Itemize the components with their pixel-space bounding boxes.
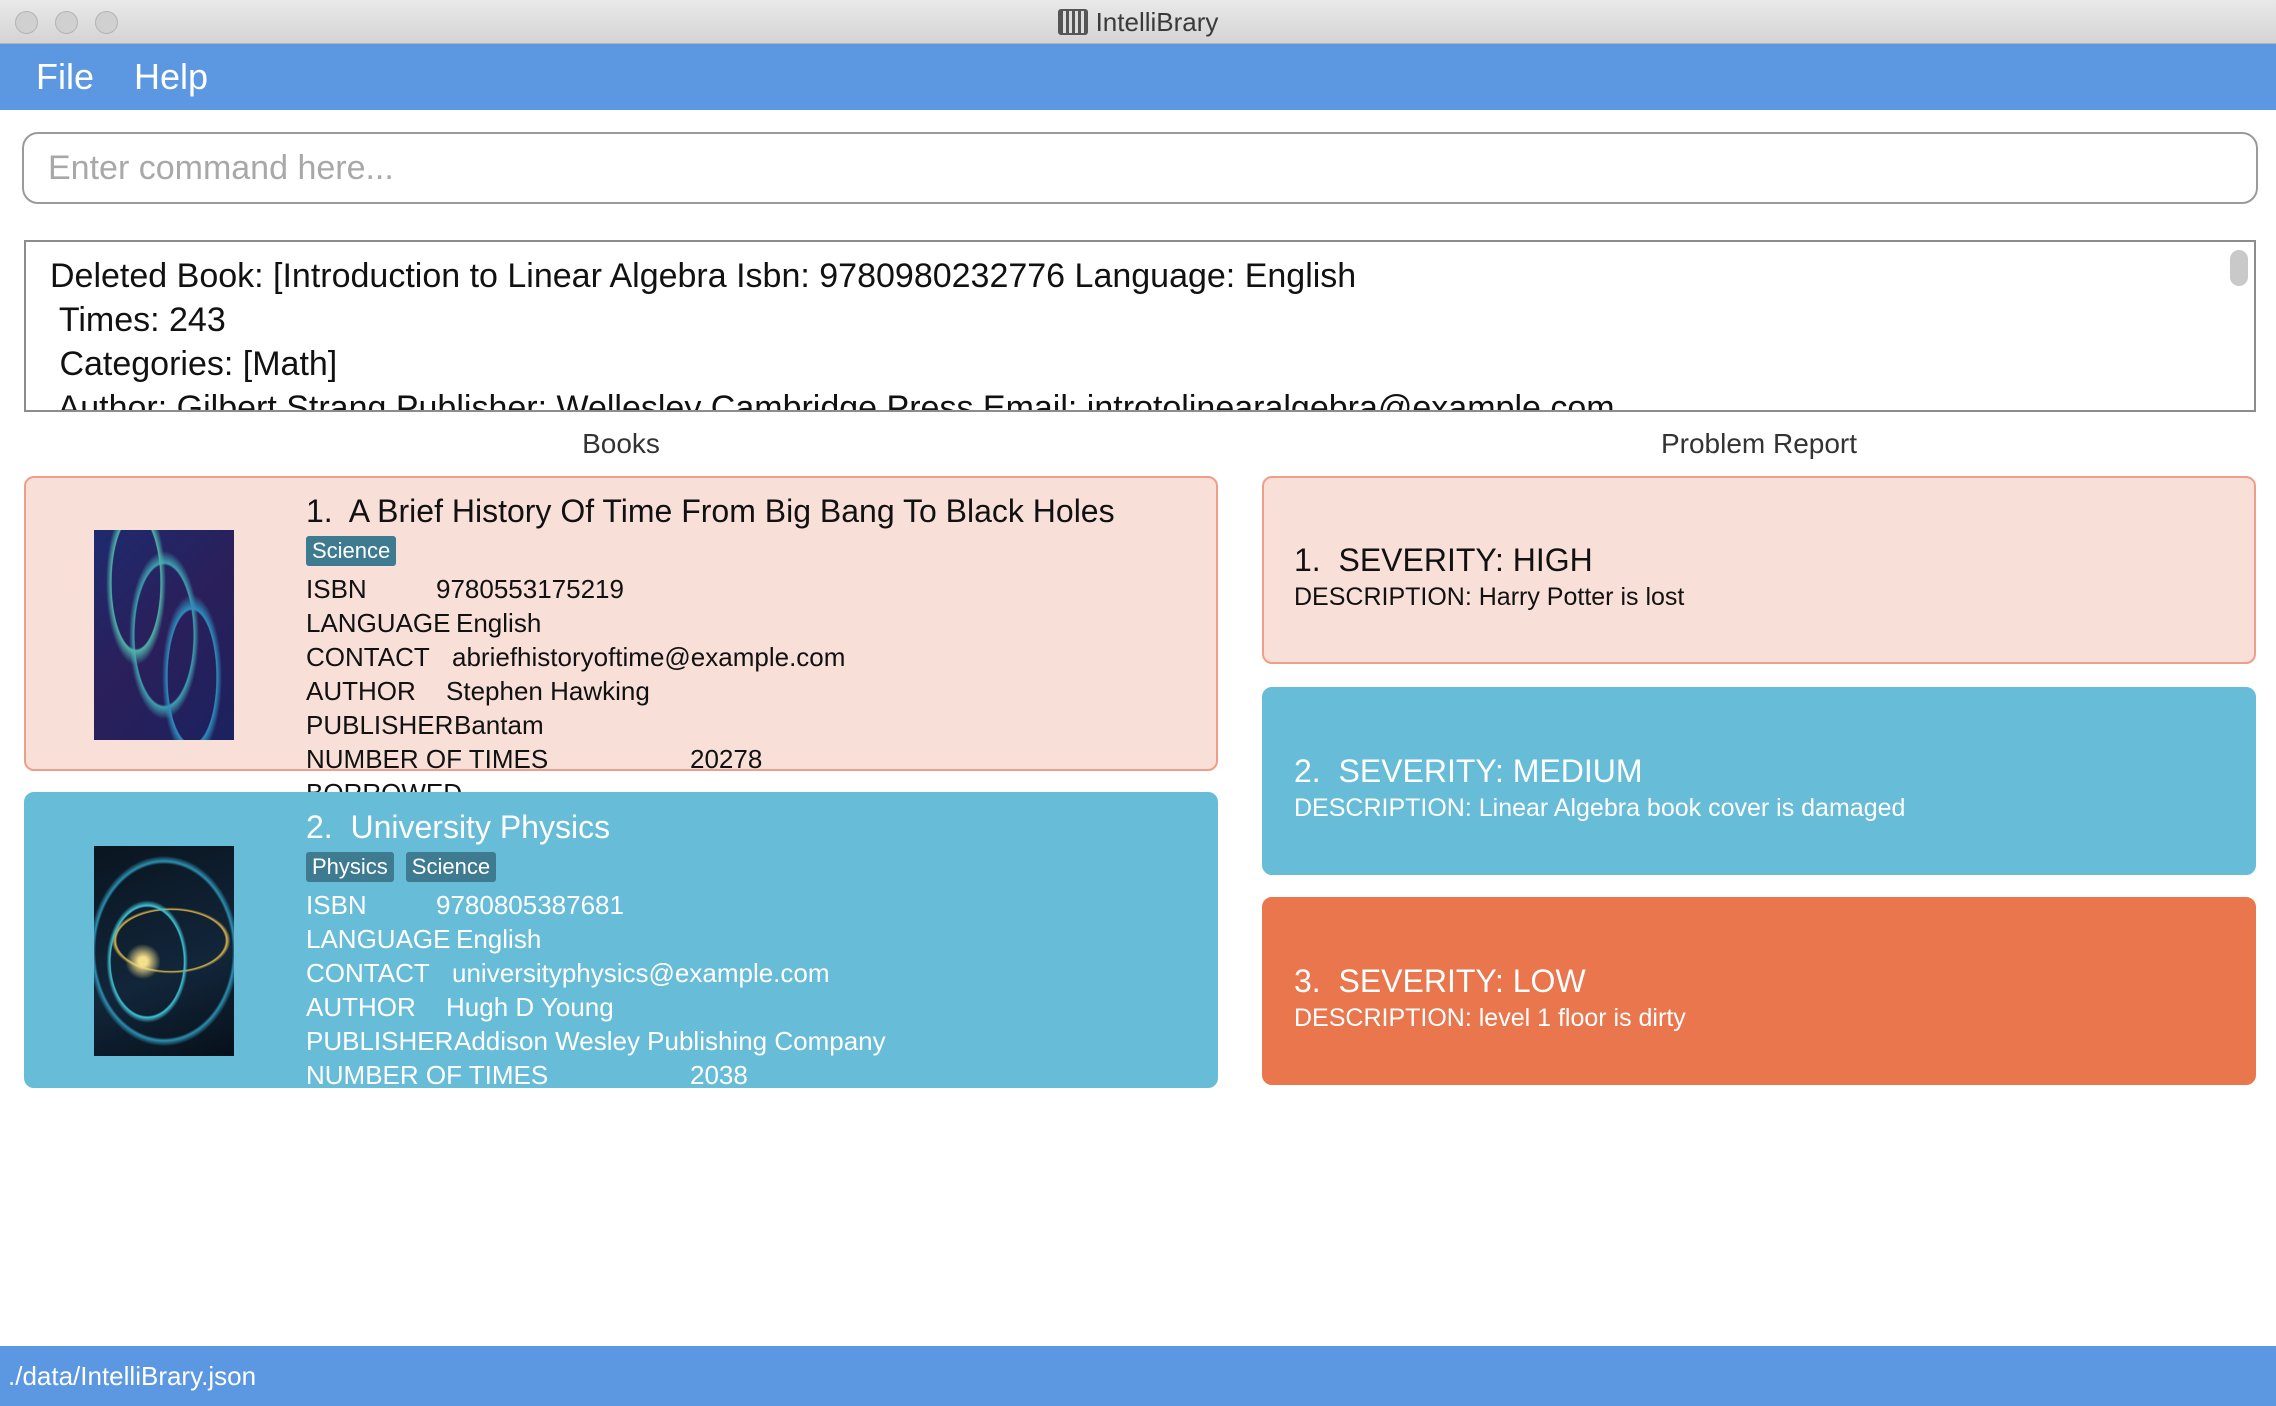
app-icon xyxy=(1057,9,1088,35)
result-text: Deleted Book: [Introduction to Linear Al… xyxy=(50,254,2204,412)
book-title-row: 1. A Brief History Of Time From Big Bang… xyxy=(306,488,1196,534)
problem-index: 2. xyxy=(1294,753,1321,789)
borrowed-label: NUMBER OF TIMES BORROWED xyxy=(306,1060,549,1124)
contact-label: CONTACT xyxy=(306,642,430,672)
window-title: IntelliBrary xyxy=(1095,6,1219,37)
publisher-label: PUBLISHER xyxy=(306,710,454,740)
publisher-row: PUBLISHER Bantam xyxy=(306,708,1196,742)
book-tags: Physics Science xyxy=(306,852,1196,884)
menu-help[interactable]: Help xyxy=(134,56,208,98)
language-label: LANGUAGE xyxy=(306,924,451,954)
book-title: A Brief History Of Time From Big Bang To… xyxy=(348,493,1115,529)
problem-description: DESCRIPTION: level 1 floor is dirty xyxy=(1294,1004,1686,1032)
window-title-group: IntelliBrary xyxy=(0,0,2276,44)
title-bar: IntelliBrary xyxy=(0,0,2276,44)
contact-label: CONTACT xyxy=(306,958,430,988)
contact-value: abriefhistoryoftime@example.com xyxy=(452,642,846,672)
result-line: Times: 243 xyxy=(50,301,226,339)
result-line: Categories: [Math] xyxy=(50,345,338,383)
book-index: 1. xyxy=(306,493,333,529)
result-display[interactable]: Deleted Book: [Introduction to Linear Al… xyxy=(24,240,2256,412)
isbn-label: ISBN xyxy=(306,890,367,920)
publisher-value: Addison Wesley Publishing Company xyxy=(454,1026,886,1056)
problem-severity: SEVERITY: HIGH xyxy=(1338,542,1593,578)
borrowed-row: NUMBER OF TIMES BORROWED 2038 xyxy=(306,1058,1196,1126)
books-panel-title: Books xyxy=(582,428,660,459)
category-tag: Physics xyxy=(306,852,394,882)
language-label: LANGUAGE xyxy=(306,608,451,638)
data-file-path: ./data/IntelliBrary.json xyxy=(8,1360,257,1391)
author-row: AUTHOR Hugh D Young xyxy=(306,990,1196,1024)
language-value: English xyxy=(456,608,542,638)
book-card[interactable]: 2. University Physics Physics Science IS… xyxy=(24,792,1218,1124)
problem-index: 1. xyxy=(1294,542,1321,578)
author-value: Hugh D Young xyxy=(446,992,614,1022)
problem-severity: SEVERITY: LOW xyxy=(1338,963,1586,999)
book-tags: Science xyxy=(306,536,1196,568)
problem-card[interactable]: 2. SEVERITY: MEDIUM DESCRIPTION: Linear … xyxy=(1262,687,2256,875)
contact-value: universityphysics@example.com xyxy=(452,958,830,988)
problem-description: DESCRIPTION: Harry Potter is lost xyxy=(1294,583,1685,611)
scrollbar-thumb[interactable] xyxy=(2230,250,2248,286)
problem-index: 3. xyxy=(1294,963,1321,999)
language-row: LANGUAGE English xyxy=(306,922,1196,956)
problem-severity-row: 3. SEVERITY: LOW xyxy=(1294,961,2254,1001)
language-value: English xyxy=(456,924,542,954)
menu-file[interactable]: File xyxy=(36,56,94,98)
problem-description: DESCRIPTION: Linear Algebra book cover i… xyxy=(1294,794,1906,822)
author-value: Stephen Hawking xyxy=(446,676,650,706)
book-title: University Physics xyxy=(350,809,611,845)
category-tag: Science xyxy=(405,852,497,882)
book-card[interactable]: 1. A Brief History Of Time From Big Bang… xyxy=(24,476,1218,808)
publisher-row: PUBLISHER Addison Wesley Publishing Comp… xyxy=(306,1024,1196,1058)
book-cover-image xyxy=(94,846,234,1056)
book-info: 1. A Brief History Of Time From Big Bang… xyxy=(306,488,1196,810)
category-tag: Science xyxy=(306,536,397,566)
book-info: 2. University Physics Physics Science IS… xyxy=(306,804,1196,1126)
menu-bar: File Help xyxy=(0,44,2276,110)
author-label: AUTHOR xyxy=(306,676,416,706)
isbn-value: 9780805387681 xyxy=(436,890,624,920)
publisher-label: PUBLISHER xyxy=(306,1026,454,1056)
isbn-row: ISBN 9780805387681 xyxy=(306,888,1196,922)
isbn-value: 9780553175219 xyxy=(436,574,624,604)
publisher-value: Bantam xyxy=(454,710,544,740)
book-title-row: 2. University Physics xyxy=(306,804,1196,850)
language-row: LANGUAGE English xyxy=(306,606,1196,640)
problem-severity-row: 2. SEVERITY: MEDIUM xyxy=(1294,751,2254,791)
result-line: Author: Gilbert Strang Publisher: Welles… xyxy=(50,389,1615,412)
command-input[interactable] xyxy=(22,132,2258,204)
problem-severity: SEVERITY: MEDIUM xyxy=(1338,753,1643,789)
problem-card[interactable]: 3. SEVERITY: LOW DESCRIPTION: level 1 fl… xyxy=(1262,897,2256,1085)
problem-card[interactable]: 1. SEVERITY: HIGH DESCRIPTION: Harry Pot… xyxy=(1262,476,2256,664)
borrowed-value: 2038 xyxy=(690,1060,748,1090)
problem-report-panel-title: Problem Report xyxy=(1660,428,1858,459)
problem-severity-row: 1. SEVERITY: HIGH xyxy=(1294,540,2254,580)
isbn-label: ISBN xyxy=(306,574,367,604)
status-bar: ./data/IntelliBrary.json xyxy=(0,1346,2276,1406)
contact-row: CONTACT abriefhistoryoftime@example.com xyxy=(306,640,1196,674)
book-index: 2. xyxy=(306,809,333,845)
contact-row: CONTACT universityphysics@example.com xyxy=(306,956,1196,990)
isbn-row: ISBN 9780553175219 xyxy=(306,572,1196,606)
result-line: Deleted Book: [Introduction to Linear Al… xyxy=(50,257,1357,295)
author-label: AUTHOR xyxy=(306,992,416,1022)
author-row: AUTHOR Stephen Hawking xyxy=(306,674,1196,708)
book-cover-image xyxy=(94,530,234,740)
result-scrollbar[interactable] xyxy=(2230,250,2248,410)
